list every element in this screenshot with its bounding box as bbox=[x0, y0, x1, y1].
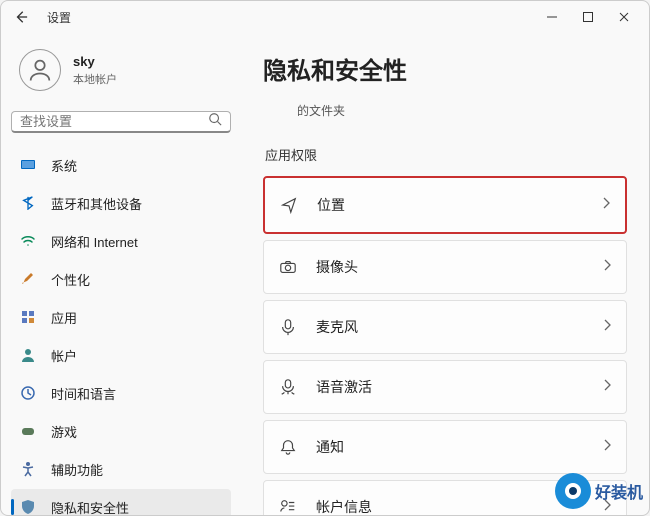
sidebar-item-label: 网络和 Internet bbox=[51, 232, 138, 251]
setting-item-label: 位置 bbox=[317, 195, 583, 215]
search-box[interactable] bbox=[11, 111, 231, 133]
nav-list: 系统 蓝牙和其他设备 网络和 Internet 个性化 应用 bbox=[11, 147, 231, 515]
setting-item-label: 麦克风 bbox=[316, 317, 584, 337]
accessibility-icon bbox=[19, 460, 37, 478]
sidebar-item-gaming[interactable]: 游戏 bbox=[11, 413, 231, 449]
bluetooth-icon bbox=[19, 194, 37, 212]
sidebar-item-label: 时间和语言 bbox=[51, 384, 116, 403]
avatar bbox=[19, 49, 61, 91]
sidebar-item-system[interactable]: 系统 bbox=[11, 147, 231, 183]
user-name: sky bbox=[73, 54, 117, 69]
chevron-right-icon bbox=[602, 258, 612, 276]
sidebar-item-privacy[interactable]: 隐私和安全性 bbox=[11, 489, 231, 515]
sidebar-item-apps[interactable]: 应用 bbox=[11, 299, 231, 335]
chevron-right-icon bbox=[601, 196, 611, 214]
game-icon bbox=[19, 422, 37, 440]
window-title: 设置 bbox=[47, 9, 71, 26]
sidebar-item-label: 游戏 bbox=[51, 422, 77, 441]
sidebar-item-label: 应用 bbox=[51, 308, 77, 327]
sidebar-item-accessibility[interactable]: 辅助功能 bbox=[11, 451, 231, 487]
truncated-text: 的文件夹 bbox=[263, 96, 627, 137]
setting-item-location[interactable]: 位置 bbox=[263, 176, 627, 234]
system-icon bbox=[19, 156, 37, 174]
chevron-right-icon bbox=[602, 378, 612, 396]
sidebar-item-time-language[interactable]: 时间和语言 bbox=[11, 375, 231, 411]
setting-item-label: 摄像头 bbox=[316, 257, 584, 277]
voice-icon bbox=[278, 377, 298, 397]
sidebar-item-label: 个性化 bbox=[51, 270, 90, 289]
back-button[interactable] bbox=[9, 5, 33, 29]
sidebar-item-accounts[interactable]: 帐户 bbox=[11, 337, 231, 373]
section-label: 应用权限 bbox=[265, 145, 627, 164]
account-info-icon bbox=[278, 497, 298, 515]
brush-icon bbox=[19, 270, 37, 288]
setting-item-label: 通知 bbox=[316, 437, 584, 457]
bell-icon bbox=[278, 437, 298, 457]
sidebar: sky 本地帐户 系统 蓝牙和其他设备 网络和 I bbox=[1, 33, 241, 515]
microphone-icon bbox=[278, 317, 298, 337]
back-arrow-icon bbox=[14, 10, 28, 24]
watermark-text: 好装机 bbox=[595, 479, 643, 503]
titlebar: 设置 bbox=[1, 1, 649, 33]
watermark-icon bbox=[555, 473, 591, 509]
maximize-button[interactable] bbox=[581, 11, 595, 23]
sidebar-item-bluetooth[interactable]: 蓝牙和其他设备 bbox=[11, 185, 231, 221]
close-button[interactable] bbox=[617, 11, 631, 23]
setting-item-label: 语音激活 bbox=[316, 377, 584, 397]
sidebar-item-label: 隐私和安全性 bbox=[51, 498, 129, 516]
search-input[interactable] bbox=[20, 114, 208, 129]
user-sub: 本地帐户 bbox=[73, 71, 117, 87]
sidebar-item-network[interactable]: 网络和 Internet bbox=[11, 223, 231, 259]
user-block[interactable]: sky 本地帐户 bbox=[11, 33, 231, 111]
setting-item-camera[interactable]: 摄像头 bbox=[263, 240, 627, 294]
sidebar-item-label: 蓝牙和其他设备 bbox=[51, 194, 142, 213]
sidebar-item-personalization[interactable]: 个性化 bbox=[11, 261, 231, 297]
search-icon bbox=[208, 112, 222, 131]
setting-item-label: 帐户信息 bbox=[316, 497, 584, 515]
clock-icon bbox=[19, 384, 37, 402]
minimize-button[interactable] bbox=[545, 11, 559, 23]
sidebar-item-label: 辅助功能 bbox=[51, 460, 103, 479]
setting-item-microphone[interactable]: 麦克风 bbox=[263, 300, 627, 354]
avatar-icon bbox=[26, 56, 54, 84]
sidebar-item-label: 帐户 bbox=[51, 346, 77, 365]
apps-icon bbox=[19, 308, 37, 326]
window-controls bbox=[545, 11, 641, 23]
location-icon bbox=[279, 195, 299, 215]
sidebar-item-label: 系统 bbox=[51, 156, 77, 175]
camera-icon bbox=[278, 257, 298, 277]
shield-icon bbox=[19, 498, 37, 515]
wifi-icon bbox=[19, 232, 37, 250]
chevron-right-icon bbox=[602, 318, 612, 336]
main-content: 隐私和安全性 的文件夹 应用权限 位置 摄像头 麦克风 语音激活 bbox=[241, 33, 649, 515]
setting-item-notifications[interactable]: 通知 bbox=[263, 420, 627, 474]
watermark: 好装机 bbox=[555, 473, 643, 509]
chevron-right-icon bbox=[602, 438, 612, 456]
setting-item-voice-activation[interactable]: 语音激活 bbox=[263, 360, 627, 414]
person-icon bbox=[19, 346, 37, 364]
page-title: 隐私和安全性 bbox=[263, 51, 627, 86]
